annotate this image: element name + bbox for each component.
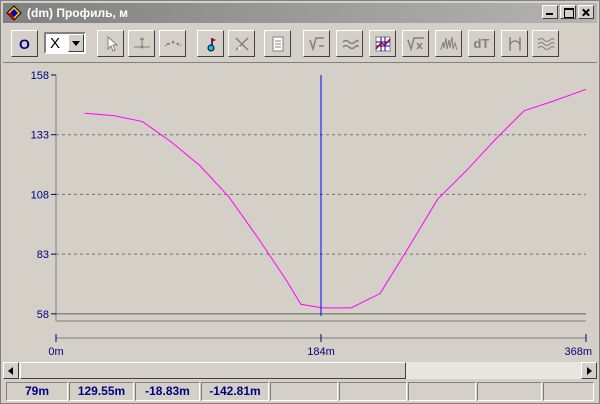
multi-wave-icon [537, 37, 554, 50]
cursor-icon [107, 35, 118, 52]
status-cell-7 [408, 382, 476, 401]
app-logo-icon [6, 5, 22, 21]
status-bar: 79m 129.55m -18.83m -142.81m [3, 381, 597, 402]
axis-select-value: X [50, 35, 61, 52]
document-button[interactable] [264, 30, 291, 57]
profile-window: (dm) Профиль, м O X dT 58 83 108 133 158… [0, 0, 600, 404]
window-title: (dm) Профиль, м [27, 6, 129, 20]
status-cell-6 [339, 382, 407, 401]
v-minus-icon [308, 36, 324, 52]
toolbar: O X dT [3, 25, 597, 63]
profile-chart[interactable]: 58 83 108 133 158 0m 184m 368m [3, 65, 597, 361]
bracket-icon [508, 36, 521, 51]
document-icon [272, 36, 283, 51]
cursor-button[interactable] [97, 30, 124, 57]
crosshair-button[interactable] [228, 30, 255, 57]
status-cell-9 [543, 382, 594, 401]
x-tick-label: 184m [307, 346, 335, 358]
status-cell-1: 79m [6, 382, 68, 401]
baseline-button[interactable] [128, 30, 155, 57]
dt-icon: dT [473, 36, 490, 51]
wave-filter-icon [341, 39, 359, 49]
x-tick-label: 0m [48, 346, 63, 358]
grid-chart-icon [374, 36, 391, 51]
grid-chart-button[interactable] [369, 30, 396, 57]
dotted-line-icon [164, 40, 181, 46]
v-x-button[interactable] [402, 30, 429, 57]
status-cell-2: 129.55m [69, 382, 134, 401]
scroll-right-button[interactable] [581, 362, 597, 379]
marker-pin-icon [207, 37, 216, 51]
status-cell-3: -18.83m [135, 382, 200, 401]
y-tick-label: 158 [31, 70, 49, 82]
y-tick-label: 58 [37, 309, 49, 321]
baseline-icon [133, 36, 150, 48]
crosshair-icon [234, 36, 249, 51]
chevron-down-icon[interactable] [68, 34, 84, 52]
v-minus-button[interactable] [303, 30, 330, 57]
minimize-button[interactable] [542, 5, 558, 19]
status-cell-5 [270, 382, 338, 401]
bracket-button[interactable] [501, 30, 528, 57]
status-cell-4: -142.81m [201, 382, 269, 401]
y-ticks: 58 83 108 133 158 [31, 70, 56, 321]
dotted-line-button[interactable] [159, 30, 186, 57]
y-tick-label: 108 [31, 189, 49, 201]
dt-button[interactable]: dT [468, 30, 495, 57]
maximize-button[interactable] [560, 5, 576, 19]
status-cell-8 [477, 382, 542, 401]
title-bar[interactable]: (dm) Профиль, м [3, 3, 597, 23]
x-tick-label: 368m [564, 346, 592, 358]
axis-select[interactable]: X [44, 32, 86, 54]
scroll-thumb[interactable] [20, 362, 406, 379]
y-tick-label: 133 [31, 130, 49, 142]
wave-filter-button[interactable] [336, 30, 363, 57]
close-button[interactable] [578, 5, 594, 19]
window-controls [540, 5, 594, 19]
v-x-icon [406, 36, 424, 52]
horizontal-scrollbar[interactable] [3, 362, 597, 379]
spectrum-icon [440, 36, 457, 50]
y-tick-label: 83 [37, 249, 49, 261]
multi-wave-button[interactable] [532, 30, 559, 57]
marker-pin-button[interactable] [197, 30, 224, 57]
o-button[interactable]: O [11, 30, 38, 57]
profile-chart-svg[interactable]: 58 83 108 133 158 0m 184m 368m [3, 65, 597, 361]
scroll-left-button[interactable] [3, 362, 19, 379]
spectrum-button[interactable] [435, 30, 462, 57]
